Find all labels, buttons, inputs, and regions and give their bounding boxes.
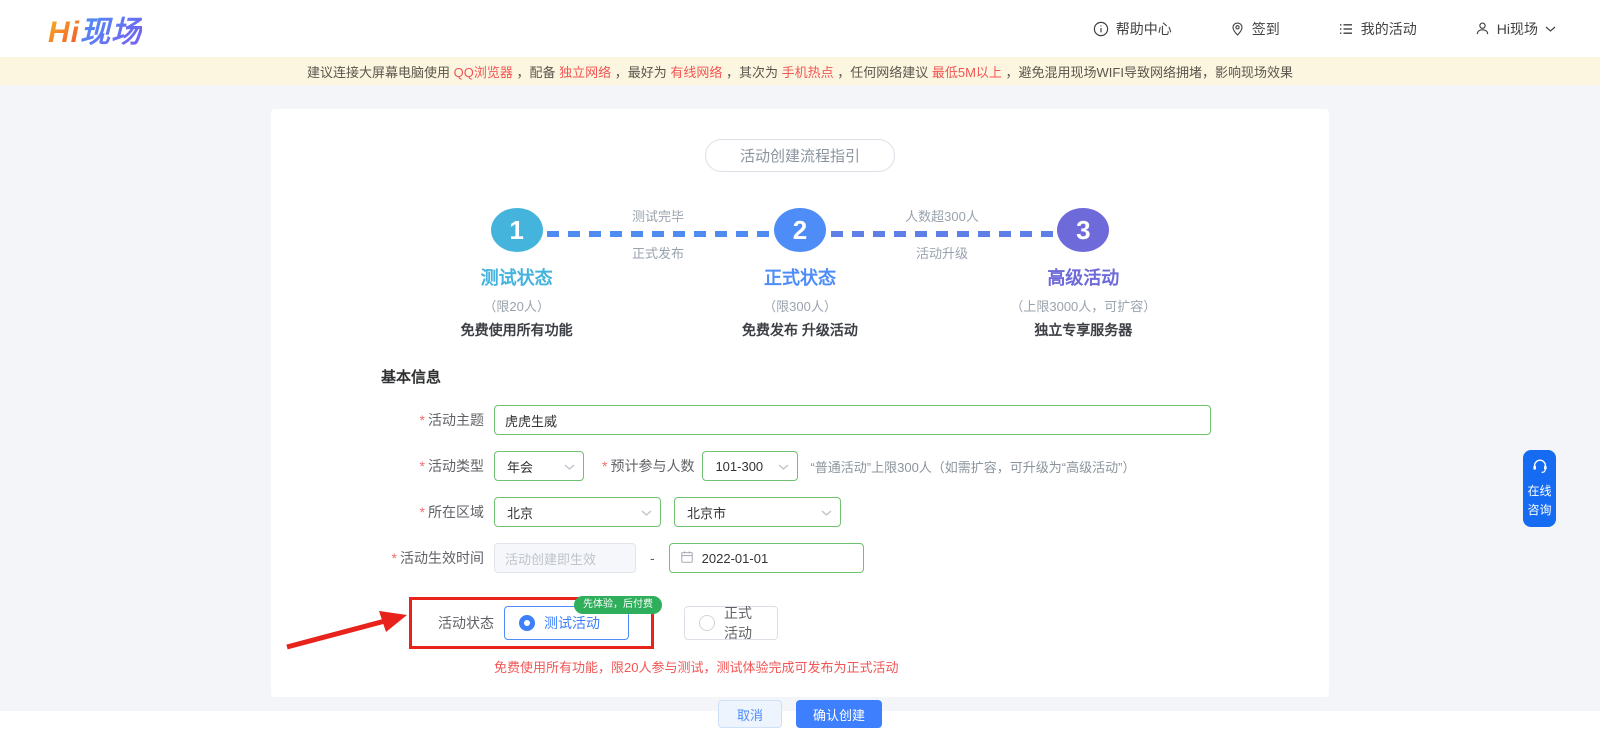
chevron-down-icon bbox=[641, 505, 652, 520]
step-progress: 测试完毕 正式发布 人数超300人 活动升级 1 测试状态 （限20人） 免费使… bbox=[375, 208, 1225, 340]
activity-type-select[interactable]: 年会 bbox=[494, 451, 584, 481]
field-label-region: *所在区域 bbox=[271, 502, 494, 522]
radio-selected-icon bbox=[519, 615, 535, 631]
radio-unselected-icon bbox=[699, 615, 715, 631]
step-desc: 免费发布 升级活动 bbox=[742, 320, 858, 340]
step-limit: （限300人） bbox=[763, 296, 837, 315]
nav-label: 帮助中心 bbox=[1116, 19, 1172, 39]
step-number: 2 bbox=[774, 208, 826, 252]
step-desc: 独立专享服务器 bbox=[1034, 320, 1132, 340]
step-connector-2: 人数超300人 活动升级 bbox=[831, 208, 1053, 260]
theme-input[interactable] bbox=[494, 405, 1211, 435]
chevron-down-icon bbox=[1545, 25, 1556, 33]
notice-text: 建议连接大屏幕电脑使用 QQ浏览器 ，配备 独立网络 ，最好为 有线网络 ，其次… bbox=[307, 62, 1293, 81]
nav-my-activities[interactable]: 我的活动 bbox=[1338, 19, 1417, 39]
logo-text-rest: 现场 bbox=[80, 16, 142, 49]
cancel-button[interactable]: 取消 bbox=[718, 700, 782, 728]
field-label-status: 活动状态 bbox=[412, 613, 504, 633]
list-icon bbox=[1338, 21, 1354, 37]
connector-label-top: 测试完毕 bbox=[547, 206, 769, 225]
time-separator: - bbox=[650, 550, 655, 566]
field-label-type: *活动类型 bbox=[271, 456, 494, 476]
start-time-input-disabled: 活动创建即生效 bbox=[494, 543, 636, 573]
required-mark: * bbox=[420, 504, 425, 520]
calendar-icon bbox=[680, 550, 694, 567]
top-header: Hi现场 帮助中心 签到 bbox=[0, 0, 1600, 57]
field-label-theme: *活动主题 bbox=[271, 410, 494, 430]
step-limit: （上限3000人，可扩容） bbox=[1010, 296, 1156, 315]
trial-badge: 先体验，后付费 bbox=[574, 596, 662, 614]
create-activity-card: 活动创建流程指引 测试完毕 正式发布 人数超300人 活动升级 1 测试状态 （… bbox=[271, 109, 1329, 697]
required-mark: * bbox=[602, 458, 607, 474]
select-value: 101-300 bbox=[715, 459, 763, 474]
connector-label-top: 人数超300人 bbox=[831, 206, 1053, 225]
step-connector-1: 测试完毕 正式发布 bbox=[547, 208, 769, 260]
form-actions: 取消 确认创建 bbox=[271, 700, 1329, 728]
nav-label: Hi现场 bbox=[1497, 19, 1538, 39]
headset-icon bbox=[1531, 458, 1549, 480]
radio-option-formal-activity[interactable]: 正式活动 bbox=[684, 606, 778, 640]
location-pin-icon bbox=[1230, 21, 1245, 37]
province-select[interactable]: 北京 bbox=[494, 497, 661, 527]
info-icon bbox=[1093, 21, 1109, 37]
logo-text-hi: Hi bbox=[48, 16, 80, 49]
step-name: 高级活动 bbox=[1047, 264, 1119, 290]
chevron-down-icon bbox=[778, 459, 789, 474]
required-mark: * bbox=[420, 458, 425, 474]
select-value: 北京 bbox=[507, 503, 533, 522]
section-title-basic-info: 基本信息 bbox=[381, 366, 1329, 387]
field-label-attendees: *预计参与人数 bbox=[602, 456, 694, 476]
app-logo[interactable]: Hi现场 bbox=[48, 7, 142, 51]
user-icon bbox=[1475, 21, 1490, 36]
date-value: 2022-01-01 bbox=[702, 551, 769, 566]
connector-label-bottom: 活动升级 bbox=[831, 243, 1053, 262]
end-date-picker[interactable]: 2022-01-01 bbox=[669, 543, 864, 573]
form-row-type-attendees: *活动类型 年会 *预计参与人数 101-300 “普通活动”上限300人（如需… bbox=[271, 451, 1329, 481]
form-row-theme: *活动主题 bbox=[271, 405, 1329, 435]
chevron-down-icon bbox=[821, 505, 832, 520]
step-limit: （限20人） bbox=[483, 296, 549, 315]
step-number: 3 bbox=[1057, 208, 1109, 252]
dashed-line bbox=[831, 231, 1053, 237]
status-highlight-box: 活动状态 测试活动 先体验，后付费 bbox=[409, 597, 654, 649]
nav-label: 我的活动 bbox=[1361, 19, 1417, 39]
chevron-down-icon bbox=[564, 459, 575, 474]
form-row-status: 活动状态 测试活动 先体验，后付费 正式活动 bbox=[271, 597, 1329, 649]
nav-label: 签到 bbox=[1252, 19, 1280, 39]
radio-option-test-activity[interactable]: 测试活动 先体验，后付费 bbox=[504, 606, 629, 640]
online-consult-button[interactable]: 在线 咨询 bbox=[1523, 450, 1556, 527]
nav-sign-in[interactable]: 签到 bbox=[1230, 19, 1280, 39]
city-select[interactable]: 北京市 bbox=[674, 497, 841, 527]
guide-title-pill: 活动创建流程指引 bbox=[705, 139, 895, 172]
notice-bar: 建议连接大屏幕电脑使用 QQ浏览器 ，配备 独立网络 ，最好为 有线网络 ，其次… bbox=[0, 57, 1600, 85]
option-label: 测试活动 bbox=[544, 613, 600, 633]
nav-user-menu[interactable]: Hi现场 bbox=[1475, 19, 1556, 39]
form-row-region: *所在区域 北京 北京市 bbox=[271, 497, 1329, 527]
annotation-arrow bbox=[279, 599, 414, 654]
nav-help-center[interactable]: 帮助中心 bbox=[1093, 19, 1172, 39]
form-row-effective-time: *活动生效时间 活动创建即生效 - 2022-01-01 bbox=[271, 543, 1329, 573]
select-value: 北京市 bbox=[687, 503, 726, 522]
attendees-select[interactable]: 101-300 bbox=[702, 451, 798, 481]
status-hint-text: 免费使用所有功能，限20人参与测试，测试体验完成可发布为正式活动 bbox=[494, 657, 1329, 676]
option-label: 正式活动 bbox=[724, 603, 763, 643]
step-desc: 免费使用所有功能 bbox=[461, 320, 573, 340]
header-nav: 帮助中心 签到 我的活动 bbox=[1093, 19, 1556, 39]
connector-label-bottom: 正式发布 bbox=[547, 243, 769, 262]
confirm-create-button[interactable]: 确认创建 bbox=[796, 700, 882, 728]
page-background: 活动创建流程指引 测试完毕 正式发布 人数超300人 活动升级 1 测试状态 （… bbox=[0, 85, 1600, 711]
field-label-time: *活动生效时间 bbox=[271, 548, 494, 568]
select-value: 年会 bbox=[507, 457, 533, 476]
consult-label-line1: 在线 bbox=[1527, 484, 1551, 499]
attendees-note: “普通活动”上限300人（如需扩容，可升级为“高级活动”） bbox=[810, 457, 1135, 476]
consult-label-line2: 咨询 bbox=[1527, 503, 1551, 518]
step-name: 正式状态 bbox=[764, 264, 836, 290]
step-name: 测试状态 bbox=[481, 264, 553, 290]
dashed-line bbox=[547, 231, 769, 237]
required-mark: * bbox=[420, 412, 425, 428]
step-number: 1 bbox=[491, 208, 543, 252]
required-mark: * bbox=[392, 550, 397, 566]
